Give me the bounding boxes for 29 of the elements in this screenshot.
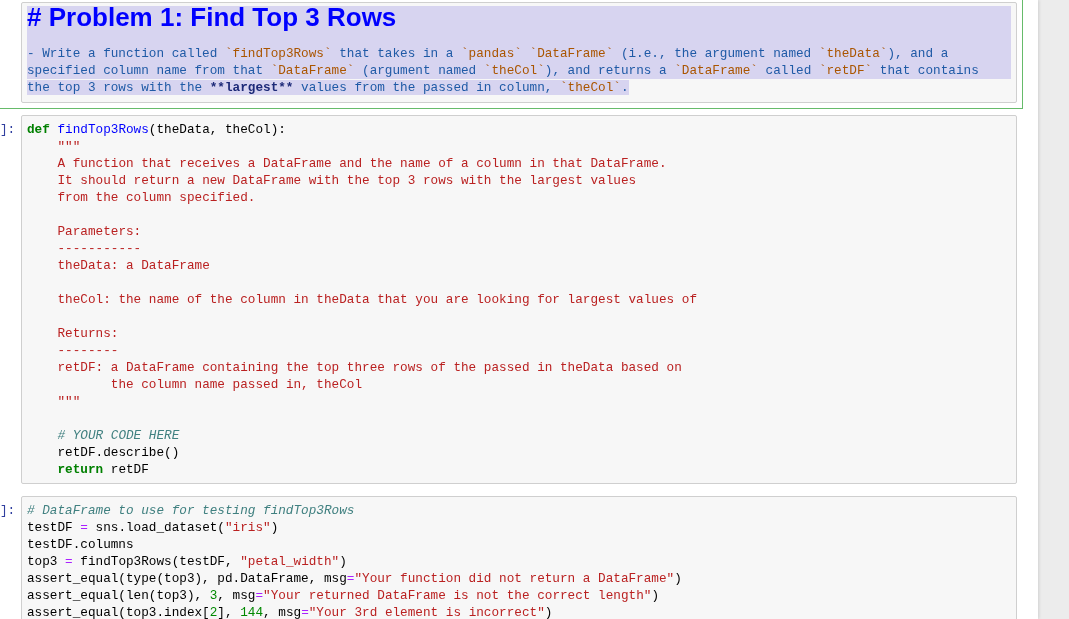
code-line: assert_equal(len(top3), 3, msg="Your returned DataFrame is not the correct length") [27, 588, 659, 603]
code-line: testDF.columns [27, 537, 134, 552]
code-line: from the column specified. [57, 190, 256, 205]
code-line: # YOUR CODE HERE [57, 428, 180, 443]
code-line: testDF = sns.load_dataset("iris") [27, 520, 279, 535]
markdown-line: - Write a function called `findTop3Rows` that takes in a `pandas` `DataFrame` (i.e., the argument named `theData`), and a [27, 46, 949, 61]
markdown-heading: # Problem 1: Find Top 3 Rows [27, 2, 397, 32]
code-line: It should return a new DataFrame with the top 3 rows with the largest values [57, 173, 637, 188]
code-line: top3 = findTop3Rows(testDF, "petal_width") [27, 554, 347, 569]
code-line: assert_equal(type(top3), pd.DataFrame, msg="Your function did not return a DataFrame") [27, 571, 682, 586]
cell-prompt: ]: [0, 503, 16, 518]
code-line: -------- [57, 343, 119, 358]
code-line: """ [57, 394, 81, 409]
code-line: theCol: the name of the column in theData that you are looking for largest values of [57, 292, 698, 307]
code-line: theData: a DataFrame [57, 258, 210, 273]
code-line: return retDF [57, 462, 149, 477]
code-line: Returns: [57, 326, 119, 341]
code-line: def findTop3Rows(theData, theCol): [27, 122, 286, 137]
code-line: A function that receives a DataFrame and the name of a column in that DataFrame. [57, 156, 667, 171]
code-line: assert_equal(top3.index[2], 144, msg="Your 3rd element is incorrect") [27, 605, 553, 619]
markdown-line: specified column name from that `DataFrame` (argument named `theCol`), and returns a `DataFrame` called `retDF` that contains [27, 63, 979, 78]
code-line: the column name passed in, theCol [110, 377, 363, 392]
code-line: retDF: a DataFrame containing the top three rows of the passed in theData based on [57, 360, 682, 375]
code-line: # DataFrame to use for testing findTop3Rows [27, 503, 355, 518]
code-line: """ [57, 139, 81, 154]
code-line: retDF.describe() [57, 445, 180, 460]
cell-prompt: ]: [0, 122, 16, 137]
code-line: ----------- [57, 241, 142, 256]
code-line: Parameters: [57, 224, 142, 239]
